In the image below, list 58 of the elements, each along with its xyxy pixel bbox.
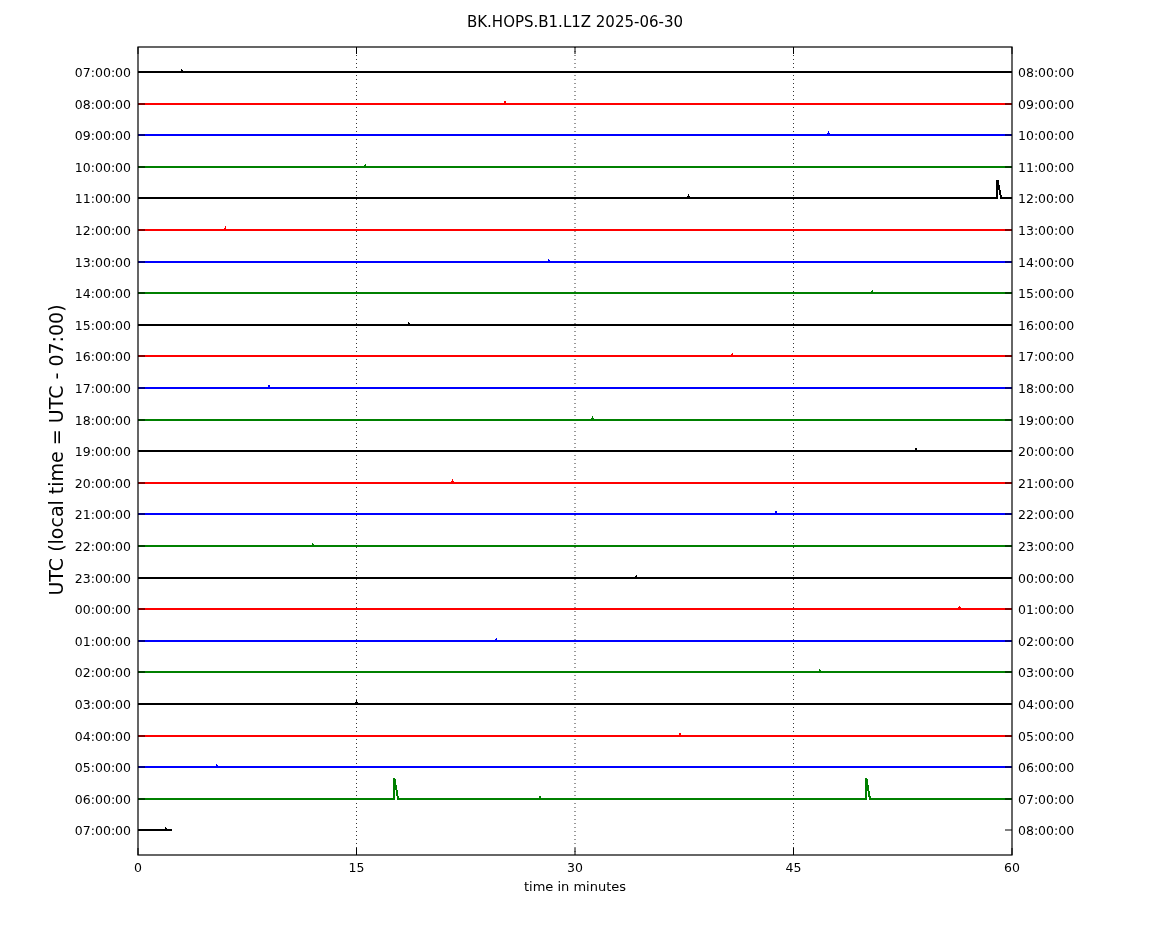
y-tick-label: 09:00:00 <box>1018 96 1075 112</box>
y-tick-label: 15:00:00 <box>1018 285 1075 301</box>
y-tick-label: 21:00:00 <box>74 506 131 522</box>
y-tick-label: 03:00:00 <box>1018 664 1075 680</box>
y-tick-label: 23:00:00 <box>74 570 131 586</box>
y-tick-label: 01:00:00 <box>1018 601 1075 617</box>
y-tick-label: 17:00:00 <box>1018 348 1075 364</box>
x-tick-label: 0 <box>134 860 142 875</box>
y-tick-label: 01:00:00 <box>74 633 131 649</box>
y-tick-label: 07:00:00 <box>74 64 131 80</box>
y-tick-label: 02:00:00 <box>74 664 131 680</box>
y-tick-label: 14:00:00 <box>1018 254 1075 270</box>
y-tick-label: 00:00:00 <box>74 601 131 617</box>
y-tick-label: 07:00:00 <box>1018 791 1075 807</box>
y-tick-label: 16:00:00 <box>1018 317 1075 333</box>
y-tick-label: 05:00:00 <box>74 759 131 775</box>
y-tick-label: 04:00:00 <box>74 728 131 744</box>
y-tick-label: 04:00:00 <box>1018 696 1075 712</box>
y-tick-label: 10:00:00 <box>1018 127 1075 143</box>
y-axis-label: UTC (local time = UTC - 07:00) <box>45 304 67 596</box>
y-tick-label: 11:00:00 <box>1018 159 1075 175</box>
y-tick-label: 20:00:00 <box>1018 443 1075 459</box>
y-tick-label: 16:00:00 <box>74 348 131 364</box>
y-tick-label: 10:00:00 <box>74 159 131 175</box>
y-tick-label: 20:00:00 <box>74 475 131 491</box>
y-tick-label: 00:00:00 <box>1018 570 1075 586</box>
y-tick-label: 22:00:00 <box>1018 506 1075 522</box>
x-tick-label: 45 <box>785 860 802 875</box>
y-tick-label: 15:00:00 <box>74 317 131 333</box>
x-tick-label: 30 <box>567 860 583 875</box>
y-tick-label: 17:00:00 <box>74 380 131 396</box>
y-tick-label: 14:00:00 <box>74 285 131 301</box>
y-tick-label: 23:00:00 <box>1018 538 1075 554</box>
y-tick-label: 19:00:00 <box>1018 412 1075 428</box>
y-tick-label: 21:00:00 <box>1018 475 1075 491</box>
y-tick-label: 05:00:00 <box>1018 728 1075 744</box>
x-tick-label: 15 <box>348 860 365 875</box>
x-axis-label: time in minutes <box>523 879 627 894</box>
y-tick-label: 09:00:00 <box>74 127 131 143</box>
y-tick-label: 13:00:00 <box>74 254 131 270</box>
y-tick-label: 18:00:00 <box>74 412 131 428</box>
y-tick-label: 06:00:00 <box>1018 759 1075 775</box>
y-tick-label: 06:00:00 <box>74 791 131 807</box>
y-tick-label: 08:00:00 <box>74 96 131 112</box>
y-tick-label: 12:00:00 <box>1018 190 1075 206</box>
x-tick-label: 60 <box>1004 860 1020 875</box>
y-tick-label: 22:00:00 <box>74 538 131 554</box>
y-tick-label: 07:00:00 <box>74 822 131 838</box>
y-tick-label: 02:00:00 <box>1018 633 1075 649</box>
y-tick-label: 18:00:00 <box>1018 380 1075 396</box>
y-tick-label: 11:00:00 <box>74 190 131 206</box>
chart-title: BK.HOPS.B1.L1Z 2025-06-30 <box>467 13 683 31</box>
y-tick-label: 13:00:00 <box>1018 222 1075 238</box>
y-tick-label: 12:00:00 <box>74 222 131 238</box>
y-tick-label: 08:00:00 <box>1018 64 1075 80</box>
y-tick-label: 08:00:00 <box>1018 822 1075 838</box>
y-tick-label: 19:00:00 <box>74 443 131 459</box>
y-tick-label: 03:00:00 <box>74 696 131 712</box>
